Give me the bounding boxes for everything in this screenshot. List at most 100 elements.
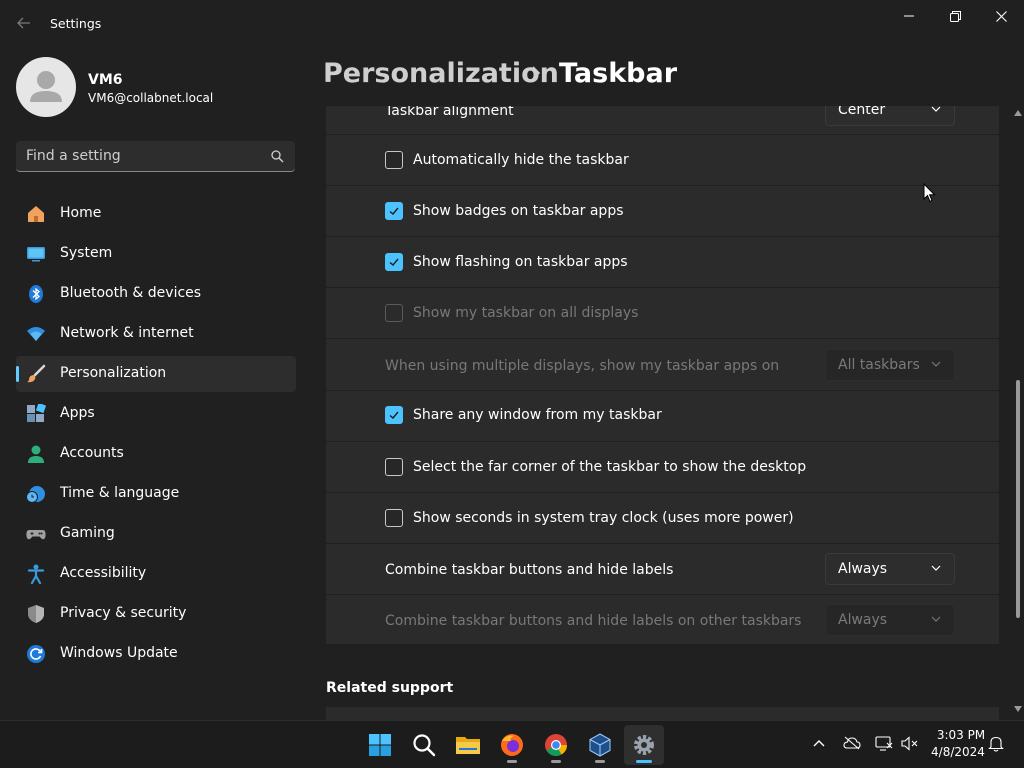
file-explorer-button[interactable] (448, 725, 488, 765)
seconds-checkbox[interactable] (385, 509, 403, 527)
sidebar-item-personalization[interactable]: Personalization (16, 356, 296, 392)
search-icon (413, 734, 436, 757)
sidebar-item-home[interactable]: Home (16, 196, 296, 232)
selection-indicator (16, 366, 19, 382)
sidebar-item-label: Home (60, 205, 102, 221)
multi-display-row: When using multiple displays, show my ta… (326, 339, 999, 390)
flashing-label[interactable]: Show flashing on taskbar apps (413, 254, 628, 270)
related-support-heading: Related support (326, 680, 454, 696)
sidebar-item-time-language[interactable]: Time & language (16, 476, 296, 512)
scroll-down-arrow-icon[interactable] (1014, 706, 1022, 712)
auto-hide-label[interactable]: Automatically hide the taskbar (413, 152, 629, 168)
chevron-down-icon (931, 565, 941, 571)
combine-other-label: Combine taskbar buttons and hide labels … (385, 613, 802, 629)
running-indicator (551, 760, 561, 763)
badges-label[interactable]: Show badges on taskbar apps (413, 203, 624, 219)
sidebar-item-label: Accessibility (60, 565, 147, 581)
sidebar-item-accessibility[interactable]: Accessibility (16, 556, 296, 592)
wifi-icon (27, 327, 45, 341)
combine-row: Combine taskbar buttons and hide labels … (326, 544, 999, 594)
sidebar-item-label: Apps (60, 405, 95, 421)
seconds-label[interactable]: Show seconds in system tray clock (uses … (413, 510, 794, 526)
person-icon (28, 445, 44, 463)
scrollbar-thumb[interactable] (1016, 380, 1020, 618)
taskbar-alignment-dropdown[interactable]: Center (825, 106, 955, 126)
dropdown-value: Center (838, 106, 886, 118)
firefox-button[interactable] (492, 725, 532, 765)
onedrive-offline-icon[interactable] (843, 736, 861, 750)
chevron-up-icon[interactable] (813, 739, 825, 747)
sidebar-item-gaming[interactable]: Gaming (16, 516, 296, 552)
close-button[interactable] (978, 4, 1024, 28)
running-indicator (507, 760, 517, 763)
far-corner-label[interactable]: Select the far corner of the taskbar to … (413, 459, 806, 475)
user-name: VM6 (88, 72, 123, 88)
scroll-up-arrow-icon[interactable] (1014, 110, 1022, 116)
brush-icon (27, 364, 46, 383)
dropdown-value: Always (838, 561, 888, 577)
badges-row: Show badges on taskbar apps (326, 186, 999, 236)
sidebar-item-system[interactable]: System (16, 236, 296, 272)
sidebar-item-network[interactable]: Network & internet (16, 316, 296, 352)
settings-app-button[interactable] (624, 725, 664, 765)
checkmark-icon (389, 207, 399, 215)
avatar[interactable] (16, 57, 76, 117)
volume-muted-icon[interactable] (901, 736, 919, 751)
chrome-icon (545, 734, 567, 756)
minimize-icon (904, 15, 914, 17)
search-box[interactable] (16, 141, 295, 172)
close-icon (995, 10, 1007, 22)
page-title: Taskbar (559, 58, 678, 89)
sidebar-item-label: Personalization (60, 365, 167, 381)
home-icon (28, 206, 44, 222)
restore-button[interactable] (932, 4, 978, 28)
accessibility-icon (27, 564, 45, 584)
sidebar-item-bluetooth[interactable]: Bluetooth & devices (16, 276, 296, 312)
taskbar-search-button[interactable] (404, 725, 444, 765)
all-displays-checkbox[interactable] (385, 304, 403, 322)
back-button[interactable] (14, 14, 34, 34)
chrome-button[interactable] (536, 725, 576, 765)
breadcrumb-parent[interactable]: Personalization (323, 58, 559, 89)
virtualbox-button[interactable] (580, 725, 620, 765)
shield-icon (28, 605, 44, 623)
far-corner-checkbox[interactable] (385, 458, 403, 476)
clock-globe-icon (26, 486, 45, 503)
sidebar-item-accounts[interactable]: Accounts (16, 436, 296, 472)
clock-time[interactable]: 3:03 PM (936, 728, 986, 742)
notification-bell-icon[interactable] (988, 735, 1004, 752)
search-input[interactable] (26, 147, 256, 165)
virtualbox-icon (589, 733, 611, 757)
badges-checkbox[interactable] (385, 202, 403, 220)
taskbar-alignment-label: Taskbar alignment (385, 106, 514, 119)
sidebar-item-label: Network & internet (60, 325, 194, 341)
sidebar-item-label: Windows Update (60, 645, 178, 661)
share-window-label[interactable]: Share any window from my taskbar (413, 407, 662, 423)
sidebar-item-windows-update[interactable]: Windows Update (16, 636, 296, 672)
sidebar-item-apps[interactable]: Apps (16, 396, 296, 432)
search-icon[interactable] (271, 150, 284, 163)
share-window-checkbox[interactable] (385, 406, 403, 424)
multi-display-dropdown[interactable]: All taskbars (825, 349, 955, 381)
minimize-button[interactable] (886, 4, 932, 28)
related-support-card[interactable] (326, 707, 999, 720)
user-silhouette-icon (30, 71, 62, 102)
clock-date[interactable]: 4/8/2024 (930, 745, 986, 759)
flashing-checkbox[interactable] (385, 253, 403, 271)
seconds-row: Show seconds in system tray clock (uses … (326, 493, 999, 543)
taskbar (0, 720, 1024, 768)
sidebar-item-privacy[interactable]: Privacy & security (16, 596, 296, 632)
combine-other-dropdown[interactable]: Always (825, 604, 955, 636)
checkmark-icon (389, 258, 399, 266)
dropdown-value: Always (838, 612, 888, 628)
flashing-row: Show flashing on taskbar apps (326, 237, 999, 287)
auto-hide-checkbox[interactable] (385, 151, 403, 169)
all-displays-label: Show my taskbar on all displays (413, 305, 639, 321)
settings-window: Settings VM6 VM6@collabnet.local Home Sy… (0, 0, 1024, 720)
combine-dropdown[interactable]: Always (825, 553, 955, 585)
file-explorer-icon (456, 737, 480, 754)
network-disconnected-icon[interactable] (875, 736, 893, 751)
update-icon (27, 645, 45, 663)
start-button[interactable] (360, 725, 400, 765)
combine-label: Combine taskbar buttons and hide labels (385, 562, 674, 578)
